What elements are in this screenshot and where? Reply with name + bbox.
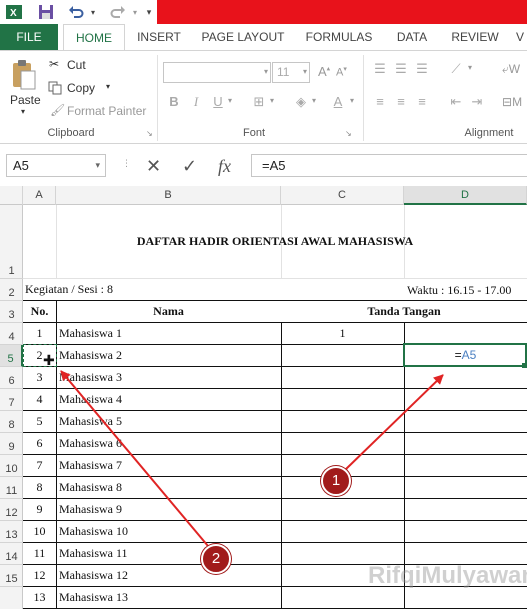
annotation-arrow-2: [60, 370, 209, 547]
annotation-layer: [60, 370, 444, 547]
annotation-arrow-1: [344, 374, 444, 471]
watermark: RifqiMulyawan: [368, 562, 527, 589]
callout-badge-1: 1: [321, 466, 351, 496]
callout-badge-2: 2: [201, 544, 231, 574]
